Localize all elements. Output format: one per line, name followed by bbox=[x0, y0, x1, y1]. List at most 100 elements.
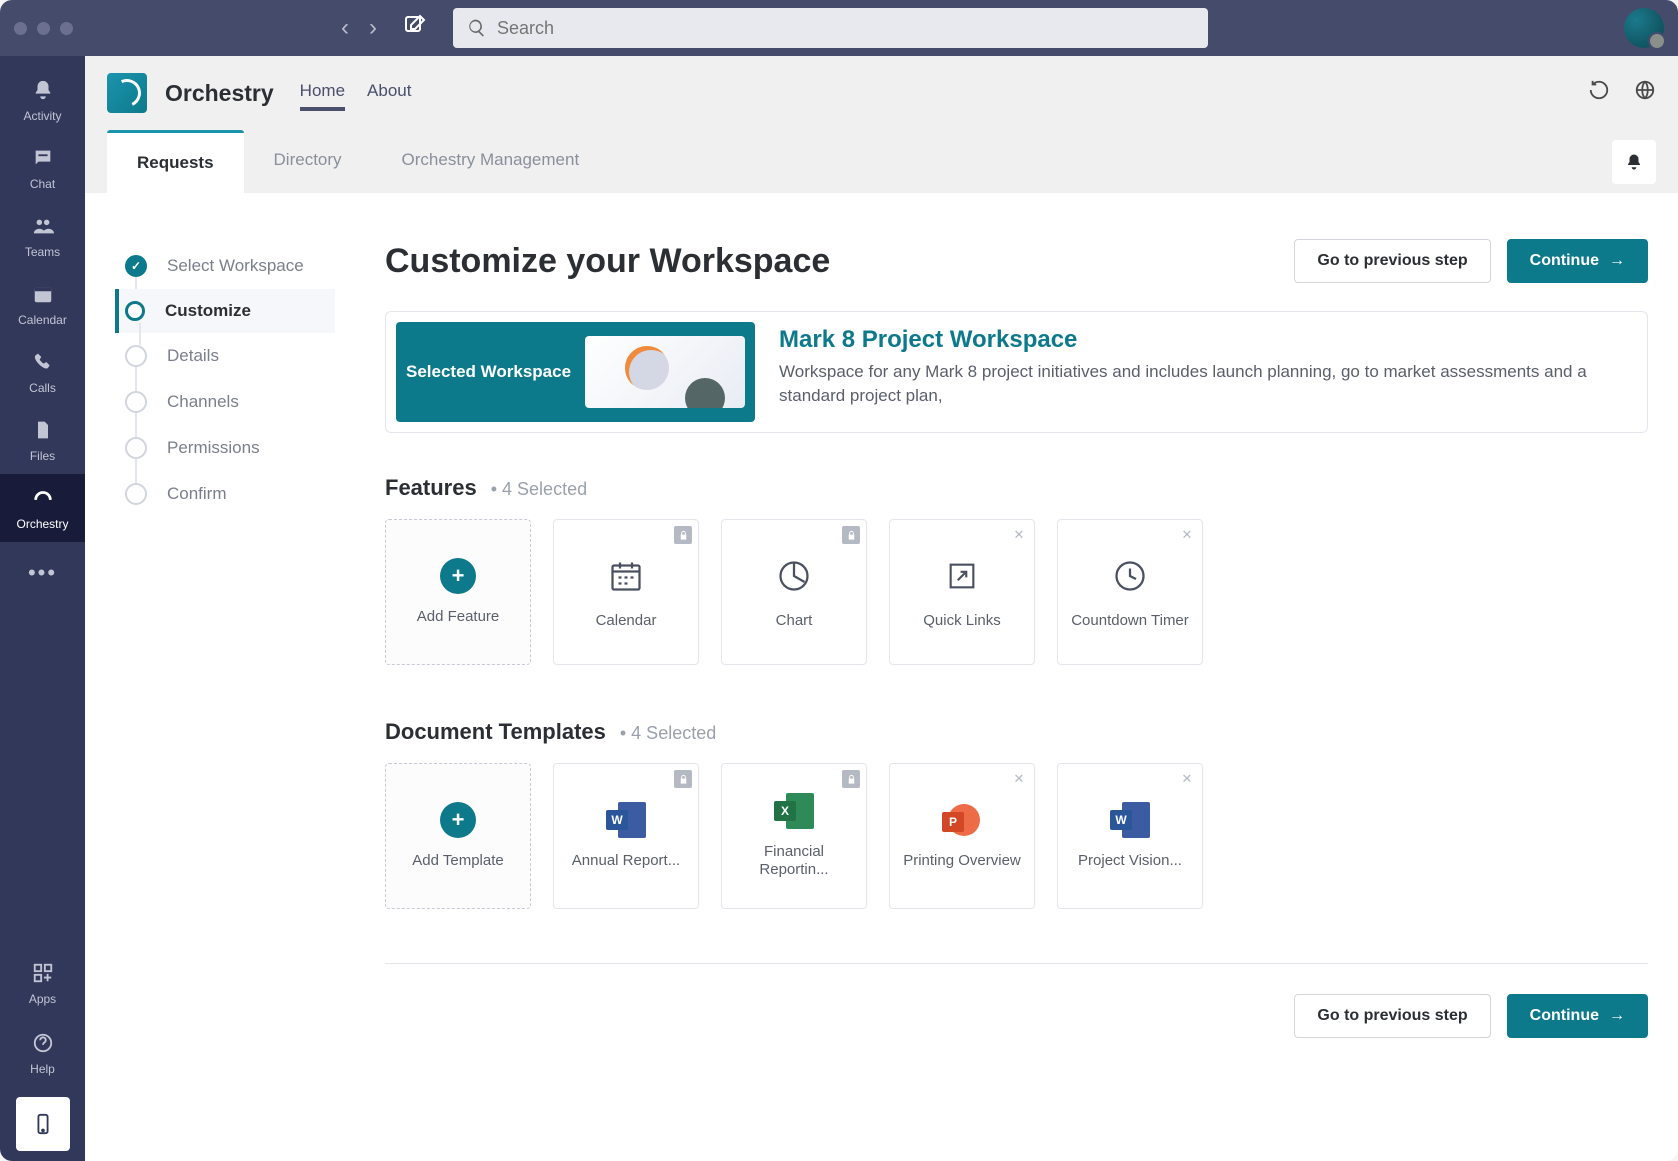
rail-calendar[interactable]: Calendar bbox=[0, 270, 85, 338]
feature-card-quick-links[interactable]: ✕ Quick Links bbox=[889, 519, 1035, 665]
nav-forward-icon[interactable]: › bbox=[369, 14, 377, 42]
continue-button-top[interactable]: Continue → bbox=[1507, 239, 1648, 283]
rail-teams[interactable]: Teams bbox=[0, 202, 85, 270]
close-icon[interactable]: ✕ bbox=[1010, 526, 1028, 544]
card-label: Countdown Timer bbox=[1063, 612, 1197, 630]
window-controls bbox=[14, 22, 91, 35]
feature-card-calendar[interactable]: Calendar bbox=[553, 519, 699, 665]
rail-activity[interactable]: Activity bbox=[0, 66, 85, 134]
notifications-button[interactable] bbox=[1612, 140, 1656, 184]
orchestry-logo bbox=[107, 73, 147, 113]
lock-icon bbox=[842, 770, 860, 788]
features-count: 4 Selected bbox=[491, 479, 587, 500]
step-details[interactable]: Details bbox=[115, 333, 335, 379]
zoom-dot[interactable] bbox=[60, 22, 73, 35]
card-label: Add Feature bbox=[409, 608, 508, 626]
chat-icon bbox=[32, 145, 54, 171]
step-bullet-done-icon bbox=[125, 255, 147, 277]
rail-files[interactable]: Files bbox=[0, 406, 85, 474]
feature-card-countdown[interactable]: ✕ Countdown Timer bbox=[1057, 519, 1203, 665]
card-label: Add Template bbox=[404, 852, 511, 870]
step-label: Channels bbox=[167, 392, 239, 412]
rail-orchestry[interactable]: Orchestry bbox=[0, 474, 85, 542]
add-template-button[interactable]: + Add Template bbox=[385, 763, 531, 909]
lock-icon bbox=[674, 770, 692, 788]
teams-icon bbox=[31, 213, 55, 239]
bell-icon bbox=[32, 77, 54, 103]
selected-workspace-card: Selected Workspace Mark 8 Project Worksp… bbox=[385, 311, 1648, 433]
step-permissions[interactable]: Permissions bbox=[115, 425, 335, 471]
button-label: Continue bbox=[1530, 252, 1599, 270]
step-channels[interactable]: Channels bbox=[115, 379, 335, 425]
minimize-dot[interactable] bbox=[37, 22, 50, 35]
prev-button-top[interactable]: Go to previous step bbox=[1294, 239, 1490, 283]
titlebar: ‹ › bbox=[0, 0, 1678, 56]
close-dot[interactable] bbox=[14, 22, 27, 35]
features-heading: Features bbox=[385, 475, 477, 501]
workspace-name: Mark 8 Project Workspace bbox=[779, 326, 1637, 354]
orchestry-icon bbox=[32, 485, 54, 511]
arrow-right-icon: → bbox=[1609, 252, 1625, 270]
subtab-directory[interactable]: Directory bbox=[244, 130, 372, 193]
rail-help[interactable]: Help bbox=[0, 1019, 85, 1087]
rail-mobile-icon[interactable] bbox=[16, 1097, 70, 1151]
add-feature-button[interactable]: + Add Feature bbox=[385, 519, 531, 665]
card-label: Financial Reportin... bbox=[722, 843, 866, 879]
phone-icon bbox=[33, 349, 53, 375]
refresh-icon[interactable] bbox=[1588, 79, 1610, 107]
prev-button-bottom[interactable]: Go to previous step bbox=[1294, 994, 1490, 1038]
calendar-icon bbox=[32, 281, 54, 307]
template-card-vision[interactable]: ✕ W Project Vision... bbox=[1057, 763, 1203, 909]
rail-label: Chat bbox=[30, 177, 55, 191]
template-card-printing[interactable]: ✕ P Printing Overview bbox=[889, 763, 1035, 909]
close-icon[interactable]: ✕ bbox=[1178, 526, 1196, 544]
compose-icon[interactable] bbox=[403, 13, 427, 44]
card-label: Project Vision... bbox=[1070, 852, 1190, 870]
subtab-management[interactable]: Orchestry Management bbox=[372, 130, 610, 193]
feature-card-chart[interactable]: Chart bbox=[721, 519, 867, 665]
globe-icon[interactable] bbox=[1634, 79, 1656, 107]
step-confirm[interactable]: Confirm bbox=[115, 471, 335, 517]
search-input[interactable] bbox=[497, 18, 1194, 39]
step-bullet-icon bbox=[125, 437, 147, 459]
rail-label: Calls bbox=[29, 381, 56, 395]
avatar[interactable] bbox=[1624, 8, 1664, 48]
template-card-annual-report[interactable]: W Annual Report... bbox=[553, 763, 699, 909]
rail-calls[interactable]: Calls bbox=[0, 338, 85, 406]
continue-button-bottom[interactable]: Continue → bbox=[1507, 994, 1648, 1038]
app-title: Orchestry bbox=[165, 80, 274, 107]
tab-about[interactable]: About bbox=[367, 75, 411, 111]
card-label: Printing Overview bbox=[895, 852, 1029, 870]
workspace-description: Workspace for any Mark 8 project initiat… bbox=[779, 360, 1637, 408]
step-customize[interactable]: Customize bbox=[115, 289, 335, 333]
link-icon bbox=[940, 554, 984, 598]
rail-more-icon[interactable]: ••• bbox=[28, 542, 57, 604]
templates-row: + Add Template W Annual Report... bbox=[385, 763, 1648, 909]
rail-label: Orchestry bbox=[16, 517, 68, 531]
step-label: Select Workspace bbox=[167, 256, 304, 276]
wizard-stepper: Select Workspace Customize Details bbox=[115, 239, 335, 1131]
search-input-wrap[interactable] bbox=[453, 8, 1208, 48]
subtab-requests[interactable]: Requests bbox=[107, 130, 244, 193]
template-card-financial[interactable]: X Financial Reportin... bbox=[721, 763, 867, 909]
divider bbox=[385, 963, 1648, 964]
excel-icon: X bbox=[774, 793, 814, 829]
word-icon: W bbox=[1110, 802, 1150, 838]
arrow-right-icon: → bbox=[1609, 1007, 1625, 1025]
card-label: Calendar bbox=[588, 612, 665, 630]
nav-back-icon[interactable]: ‹ bbox=[341, 14, 349, 42]
rail-label: Help bbox=[30, 1062, 55, 1076]
close-icon[interactable]: ✕ bbox=[1178, 770, 1196, 788]
word-icon: W bbox=[606, 802, 646, 838]
step-select-workspace[interactable]: Select Workspace bbox=[115, 243, 335, 289]
tab-home[interactable]: Home bbox=[300, 75, 345, 111]
templates-heading: Document Templates bbox=[385, 719, 606, 745]
close-icon[interactable]: ✕ bbox=[1010, 770, 1028, 788]
rail-apps[interactable]: Apps bbox=[0, 949, 85, 1017]
card-label: Chart bbox=[768, 612, 821, 630]
step-label: Permissions bbox=[167, 438, 260, 458]
plus-icon: + bbox=[440, 802, 476, 838]
rail-chat[interactable]: Chat bbox=[0, 134, 85, 202]
app-header: Orchestry Home About bbox=[85, 56, 1678, 130]
card-label: Quick Links bbox=[915, 612, 1009, 630]
